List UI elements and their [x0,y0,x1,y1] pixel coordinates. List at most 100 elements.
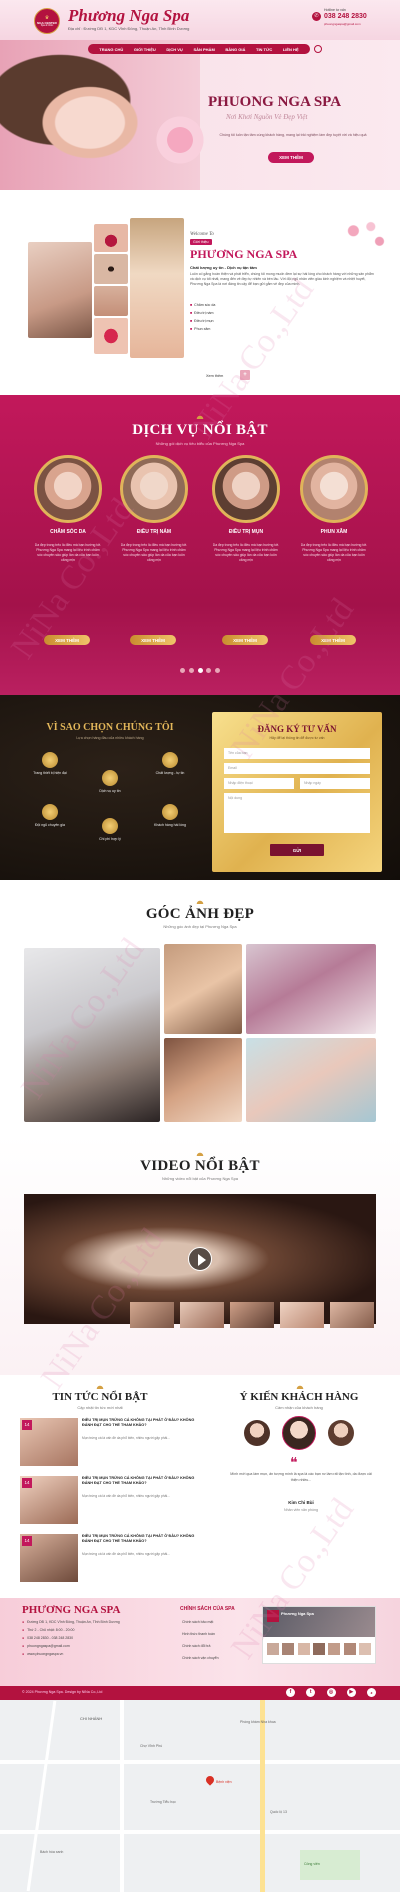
nav-item-products[interactable]: SẢN PHẨM [193,47,214,52]
service-more-button[interactable]: XEM THÊM [222,635,268,645]
services-subtitle: Những gói dịch vụ tiêu biểu của Phương N… [155,441,245,446]
date-field[interactable]: Nhập ngày [300,778,370,789]
header-address: Địa chỉ : Đường DĐ 1, KDC Vĩnh Đông, Thu… [68,26,190,31]
about-welcome: Welcome To [190,232,214,237]
hotline-box[interactable]: ✆ Hotline tư vấn 038 248 2830 phuongngas… [312,6,374,34]
footer-policy-title: CHÍNH SÁCH CỦA SPA [180,1606,235,1612]
news-item[interactable]: 14 ĐIỀU TRỊ MỤN TRỨNG CÁ KHÔNG TẠI PHÁT … [20,1476,200,1528]
news-date-badge: 14 [22,1536,32,1546]
gallery-photo[interactable] [164,944,242,1034]
map-label: Phòng khám Nha khoa [240,1720,276,1724]
footer-hours: ● Thứ 2 - Chủ nhật: 8:00 - 20:00 [22,1628,75,1632]
youtube-icon[interactable]: ▶ [346,1688,356,1697]
hero-model-image [0,40,200,190]
map-label: Bệnh viện [216,1780,232,1784]
service-card[interactable]: CHĂM SÓC DA Da đẹp trong trẻo là điều mà… [30,455,106,645]
check-icon: ■ [190,319,193,323]
gallery-photo[interactable] [24,948,160,1122]
policy-link[interactable]: Hình thức thanh toán [182,1632,262,1636]
friend-avatar [328,1643,341,1655]
footer-phone[interactable]: ● 038 248 2830 - 038 248 2830 [22,1636,172,1640]
fanpage-widget[interactable]: Phương Nga Spa [262,1606,376,1664]
email-field[interactable]: Email [224,763,370,774]
submit-button[interactable]: GỬI [270,844,324,856]
map-pin-icon[interactable] [204,1774,216,1786]
equipment-icon [42,752,58,768]
policy-link[interactable]: Chính sách bảo mật [182,1620,262,1624]
footer-web[interactable]: ● www.phuongngaspa.vn [22,1652,172,1656]
news-item-title: ĐIỀU TRỊ MỤN TRỨNG CÁ KHÔNG TẠI PHÁT Ở Đ… [82,1534,195,1543]
gallery-photo[interactable] [246,1038,376,1122]
twitter-icon[interactable]: t [306,1688,316,1697]
video-thumb[interactable] [230,1302,274,1328]
service-card[interactable]: ĐIỀU TRỊ MỤN Da đẹp trong trẻo là điều m… [208,455,284,645]
about-photo-lips-2 [94,318,128,354]
why-grid: Trang thiết bị hiện đại Dịch vụ uy tín C… [20,752,200,862]
gallery-lotus-icon [195,898,205,904]
video-thumb[interactable] [330,1302,374,1328]
policy-link[interactable]: Chính sách vận chuyển [182,1656,262,1660]
service-more-button[interactable]: XEM THÊM [130,635,176,645]
video-thumb[interactable] [280,1302,324,1328]
bullet-item: ■ Điều trị mụn [190,319,214,323]
pager-dot[interactable] [188,668,194,673]
about-tagline: Chất lượng uy tín - Dịch vụ tận tâm [190,265,257,270]
service-more-button[interactable]: XEM THÊM [44,635,90,645]
service-card[interactable]: PHUN XĂM Da đẹp trong trẻo là điều mà bạ… [296,455,372,645]
instagram-icon[interactable]: ◎ [326,1688,336,1697]
news-item[interactable]: 14 ĐIỀU TRỊ MỤN TRỨNG CÁ KHÔNG TẠI PHÁT … [20,1534,200,1586]
hero-desc: Chúng tôi luôn tận tâm cùng khách hàng, … [219,133,367,137]
pager-dot[interactable] [206,668,212,673]
video-thumb[interactable] [130,1302,174,1328]
location-icon: ● [22,1620,25,1624]
avatar[interactable] [282,1416,316,1450]
about-plus-button[interactable]: + [240,370,250,380]
about-body: Luôn cố gắng hoàn thiện và phát triển, c… [190,272,374,286]
search-icon[interactable] [314,45,322,53]
video-thumb[interactable] [180,1302,224,1328]
location-map[interactable]: CHI NHÁNH Phòng khám Nha khoa Chợ Vĩnh P… [0,1700,400,1892]
nav-item-services[interactable]: DỊCH VỤ [166,47,182,52]
avatar[interactable] [328,1420,354,1446]
register-subtitle: Hãy để lại thông tin để được tư vấn [269,736,325,740]
news-subtitle: Cập nhật tin tức mới nhất [77,1405,123,1410]
nav-item-home[interactable]: TRANG CHỦ [99,47,123,52]
news-list: 14 ĐIỀU TRỊ MỤN TRỨNG CÁ KHÔNG TẠI PHÁT … [20,1418,200,1588]
map-road [260,1700,265,1892]
check-icon: ■ [190,311,193,315]
testimonial-name: Kim Chi Bùi [288,1500,314,1505]
phone-field[interactable]: Nhập điện thoại [224,778,294,789]
policy-link[interactable]: Chính sách đổi trả [182,1644,262,1648]
name-field[interactable]: Tên của bạn [224,748,370,759]
service-card[interactable]: ĐIỀU TRỊ NÁM Da đẹp trong trẻo là điều m… [116,455,192,645]
cherry-blossom-decor [336,214,394,256]
avatar[interactable] [244,1420,270,1446]
pager-dot[interactable] [197,668,203,673]
nav-item-news[interactable]: TIN TỨC [256,47,272,52]
message-field[interactable]: Nội dung [224,793,370,833]
facebook-icon[interactable]: f [286,1688,295,1697]
gallery-photo[interactable] [164,1038,242,1122]
footer-email[interactable]: ● phuongngaspa@gmail.com [22,1644,172,1648]
news-item[interactable]: 14 ĐIỀU TRỊ MỤN TRỨNG CÁ KHÔNG TẠI PHÁT … [20,1418,200,1470]
services-lotus-icon [195,413,205,419]
gallery-photo[interactable] [246,944,376,1034]
why-item: Trang thiết bị hiện đại [20,752,80,775]
nav-item-pricing[interactable]: BẢNG GIÁ [225,47,245,52]
service-more-button[interactable]: XEM THÊM [310,635,356,645]
hero-more-button[interactable]: XEM THÊM [268,152,314,163]
nav-item-contact[interactable]: LIÊN HỆ [283,47,299,52]
video-lotus-icon [195,1150,205,1156]
why-item: Chất lượng - tự tin [140,752,200,775]
phone-icon: ● [22,1636,25,1640]
zalo-icon[interactable]: z [367,1688,376,1697]
nav-item-about[interactable]: GIỚI THIỆU [134,47,156,52]
pager-dot[interactable] [180,668,185,673]
logo[interactable]: ♛ NGA CENTER Spa & Clinic [34,8,60,34]
about-more-link[interactable]: Xem thêm [206,374,223,378]
play-icon[interactable] [188,1247,212,1271]
pager-dot[interactable] [215,668,220,673]
hotline-label: Hotline tư vấn [324,8,346,12]
copyright-text: © 2024 Phương Nga Spa. Design by NiNa Co… [22,1690,103,1694]
why-subtitle: Lựa chọn hàng đầu của nhiều khách hàng [76,736,144,740]
